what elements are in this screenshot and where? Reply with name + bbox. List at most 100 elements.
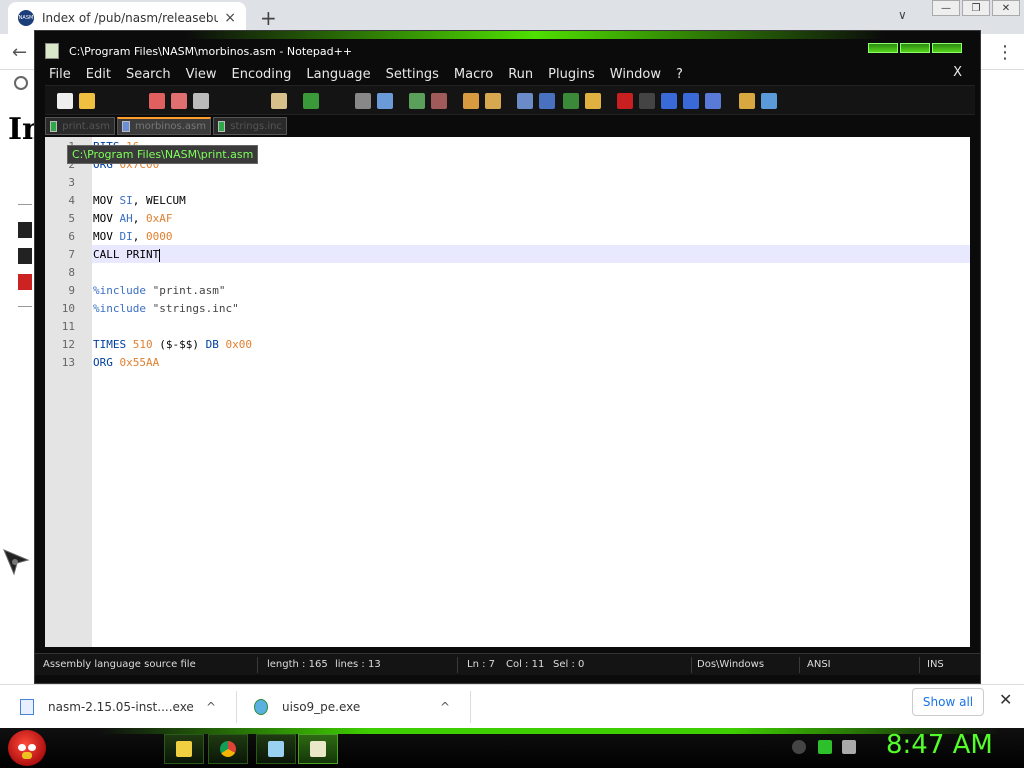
doc-map-icon[interactable] [585, 93, 601, 109]
menu-view[interactable]: View [186, 67, 217, 82]
close-window-button[interactable] [932, 43, 962, 53]
menu-plugins[interactable]: Plugins [548, 67, 595, 82]
paste-icon[interactable] [271, 93, 287, 109]
taskbar-clock[interactable]: 8:47 AM [886, 730, 993, 760]
taskbar-file-explorer[interactable] [164, 734, 204, 764]
show-all-button[interactable]: Show all [912, 688, 984, 716]
menu-run[interactable]: Run [508, 67, 533, 82]
download-item[interactable]: nasm-2.15.05-inst....exe ^ [20, 693, 230, 721]
volume-icon[interactable] [842, 740, 856, 754]
close-downloads-button[interactable]: ✕ [999, 690, 1012, 709]
number: 0x00 [225, 338, 253, 351]
line-number: 10 [61, 302, 75, 315]
open-file-icon[interactable] [79, 93, 95, 109]
menu-edit[interactable]: Edit [86, 67, 111, 82]
folder-icon [176, 741, 192, 757]
back-folder-icon[interactable] [18, 222, 32, 238]
line-number: 4 [68, 194, 75, 207]
menu-help[interactable]: ? [676, 67, 683, 82]
menu-file[interactable]: File [49, 67, 71, 82]
line-number: 9 [68, 284, 75, 297]
browser-window-controls: — ❐ ✕ [932, 0, 1020, 16]
tab-morbinos-asm[interactable]: morbinos.asm [117, 117, 211, 135]
stop-macro-icon[interactable] [639, 93, 655, 109]
number: 0000 [146, 230, 173, 243]
find-icon[interactable] [355, 93, 371, 109]
taskbar-notepad[interactable] [256, 734, 296, 764]
maximize-button[interactable]: ❐ [962, 0, 990, 16]
run-macro-multiple-icon[interactable] [683, 93, 699, 109]
new-tab-button[interactable]: + [260, 6, 277, 30]
menu-encoding[interactable]: Encoding [231, 67, 291, 82]
instruction: MOV [93, 230, 113, 243]
taskbar-notepadpp[interactable] [298, 734, 338, 764]
minimize-button[interactable]: — [932, 0, 960, 16]
maximize-button[interactable] [900, 43, 930, 53]
code-line: %include "strings.inc" [93, 302, 239, 315]
network-icon[interactable] [818, 740, 832, 754]
tab-strings-inc[interactable]: strings.inc [213, 117, 287, 135]
zoom-out-icon[interactable] [431, 93, 447, 109]
print-icon[interactable] [193, 93, 209, 109]
minimize-button[interactable] [868, 43, 898, 53]
code-line-current: CALL PRINT [93, 248, 161, 262]
word-wrap-icon[interactable] [517, 93, 533, 109]
status-filetype: Assembly language source file [43, 659, 196, 670]
back-arrow-icon[interactable]: ← [12, 42, 27, 63]
start-button-angry-bird-icon[interactable] [8, 730, 46, 766]
line-number: 13 [61, 356, 75, 369]
menu-macro[interactable]: Macro [454, 67, 493, 82]
number: 0xAF [146, 212, 173, 225]
sync-horizontal-icon[interactable] [485, 93, 501, 109]
site-info-icon[interactable] [14, 76, 28, 90]
record-macro-icon[interactable] [617, 93, 633, 109]
replace-icon[interactable] [377, 93, 393, 109]
download-item[interactable]: uiso9_pe.exe ^ [254, 693, 464, 721]
tab-label: strings.inc [230, 120, 282, 132]
close-tab-icon[interactable]: × [224, 10, 236, 26]
status-separator [799, 657, 800, 673]
tab-print-asm[interactable]: print.asm [45, 117, 115, 135]
instruction: CALL PRINT [93, 248, 160, 261]
status-separator [919, 657, 920, 673]
undo-icon[interactable] [303, 93, 319, 109]
new-file-icon[interactable] [57, 93, 73, 109]
file-icon[interactable] [18, 274, 32, 290]
menu-search[interactable]: Search [126, 67, 171, 82]
sync-vertical-icon[interactable] [463, 93, 479, 109]
menu-settings[interactable]: Settings [386, 67, 439, 82]
browser-menu-icon[interactable]: ⋮ [996, 42, 1014, 63]
current-line-highlight [92, 245, 970, 263]
download-options-chevron-icon[interactable]: ^ [206, 700, 216, 714]
code-editor[interactable]: 1 2 3 4 5 6 7 8 9 10 11 12 13 BITS 16 OR… [45, 137, 970, 647]
tab-search-chevron-icon[interactable]: ∨ [898, 8, 907, 22]
close-all-icon[interactable] [171, 93, 187, 109]
separator: , [132, 230, 146, 243]
menu-window[interactable]: Window [610, 67, 661, 82]
close-file-icon[interactable] [149, 93, 165, 109]
downloads-bar: nasm-2.15.05-inst....exe ^ uiso9_pe.exe … [0, 684, 1024, 728]
status-column: Col : 11 [506, 659, 545, 670]
zoom-in-icon[interactable] [409, 93, 425, 109]
status-line: Ln : 7 [467, 659, 495, 670]
npp-window-controls [868, 43, 962, 53]
status-separator [691, 657, 692, 673]
chrome-icon [220, 741, 236, 757]
save-macro-icon[interactable] [705, 93, 721, 109]
close-document-button[interactable]: X [953, 65, 962, 80]
tray-expand-icon[interactable] [792, 740, 806, 754]
show-all-chars-icon[interactable] [539, 93, 555, 109]
taskbar-chrome[interactable] [208, 734, 248, 764]
download-options-chevron-icon[interactable]: ^ [440, 700, 450, 714]
register: AH [119, 212, 133, 225]
play-macro-icon[interactable] [661, 93, 677, 109]
menu-language[interactable]: Language [306, 67, 370, 82]
window-title: C:\Program Files\NASM\morbinos.asm - Not… [69, 44, 353, 58]
line-number: 12 [61, 338, 75, 351]
binary-file-icon[interactable] [18, 248, 32, 264]
close-window-button[interactable]: ✕ [992, 0, 1020, 16]
folder-icon[interactable] [739, 93, 755, 109]
saved-file-icon [122, 121, 130, 132]
spell-check-icon[interactable] [761, 93, 777, 109]
indent-guide-icon[interactable] [563, 93, 579, 109]
